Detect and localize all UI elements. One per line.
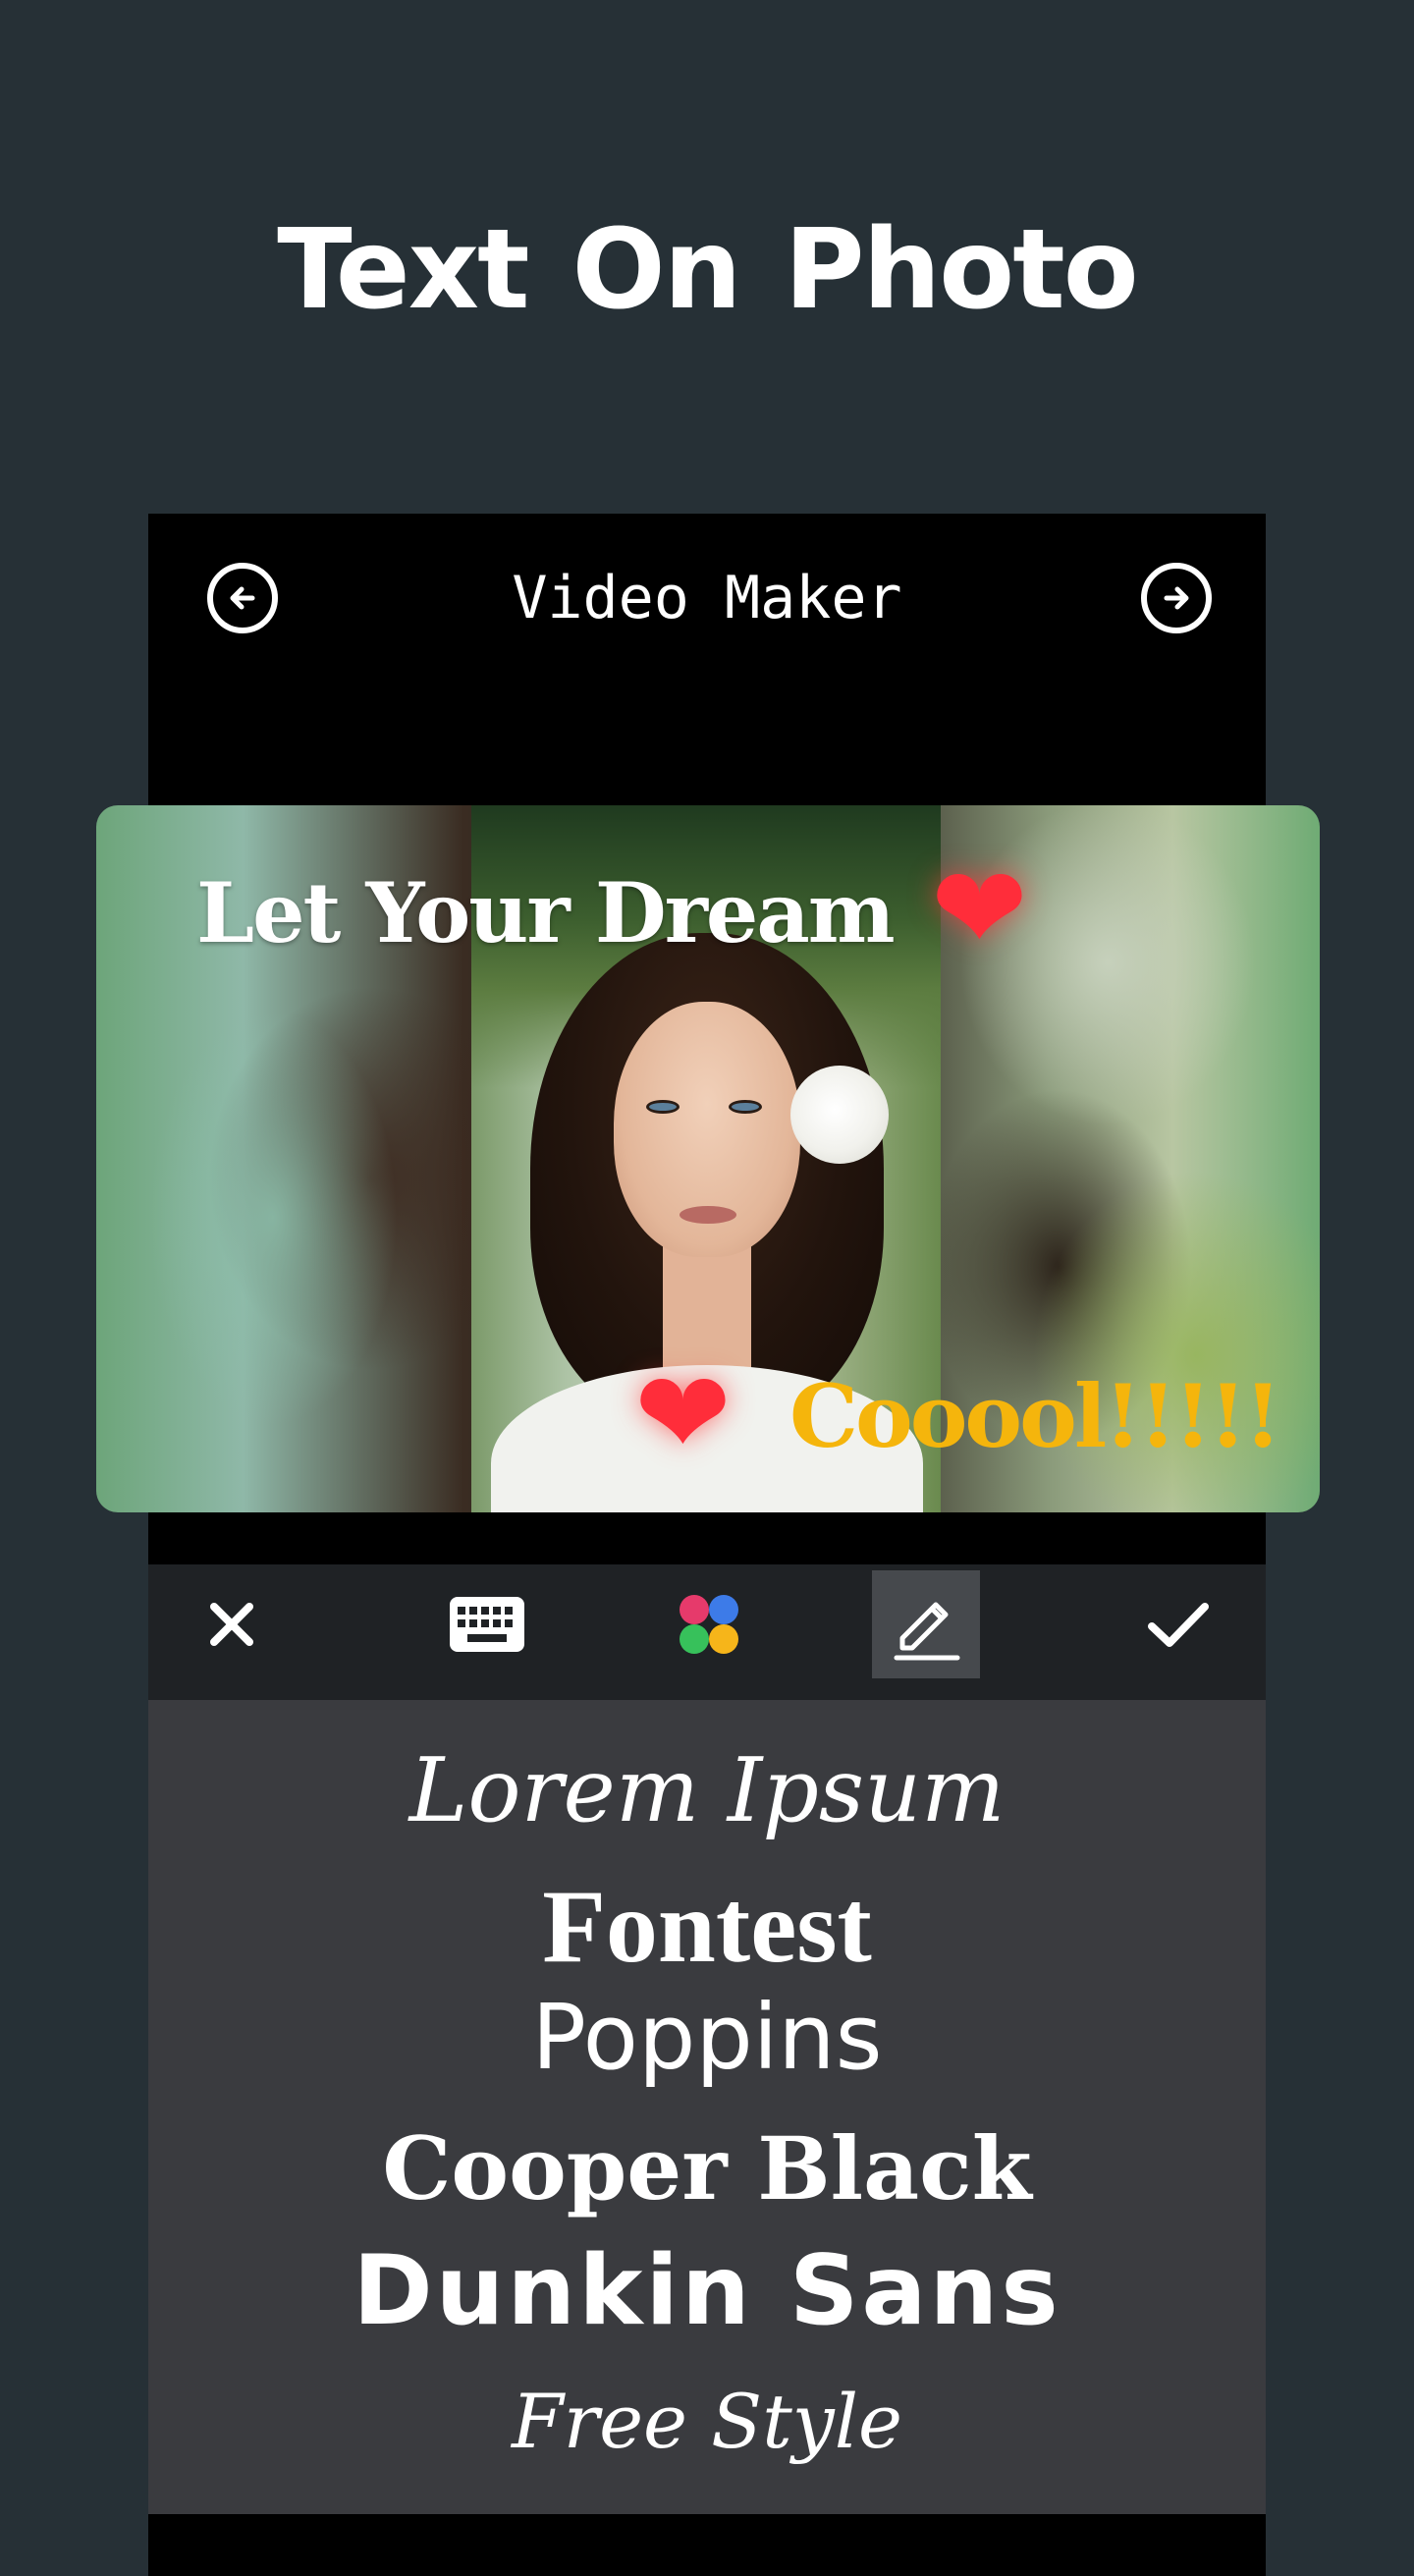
overlay-text-dream[interactable]: Let Your Dream	[196, 864, 896, 961]
heart-sticker[interactable]: ❤	[634, 1355, 732, 1471]
font-option[interactable]: Fontest	[148, 1867, 1266, 1987]
close-icon	[210, 1603, 253, 1646]
font-option[interactable]: Dunkin Sans	[148, 2235, 1266, 2347]
keyboard-button[interactable]	[433, 1570, 541, 1678]
photo-canvas[interactable]: Let Your Dream ❤ ❤ Cooool!!!!!	[96, 805, 1320, 1512]
font-option[interactable]: Free Style	[148, 2378, 1266, 2465]
font-option[interactable]: Lorem Ipsum	[148, 1739, 1266, 1842]
check-icon	[1148, 1603, 1209, 1647]
app-title: Video Maker	[512, 564, 902, 632]
arrow-right-circle-icon	[1164, 586, 1189, 610]
heart-sticker[interactable]: ❤	[931, 850, 1028, 966]
photo-lips	[680, 1206, 736, 1224]
edit-button[interactable]	[872, 1570, 980, 1678]
color-palette-icon	[680, 1595, 738, 1654]
font-option[interactable]: Cooper Black	[148, 2117, 1266, 2220]
editor-toolbar	[148, 1564, 1266, 1700]
app-header: Video Maker	[148, 514, 1266, 681]
photo-eye-right	[729, 1100, 762, 1114]
font-option[interactable]: Poppins	[148, 1985, 1266, 2090]
pencil-edit-icon	[894, 1602, 960, 1661]
keyboard-icon	[450, 1597, 524, 1652]
close-button[interactable]	[178, 1570, 286, 1678]
overlay-text-cool[interactable]: Cooool!!!!!	[789, 1365, 1281, 1467]
confirm-button[interactable]	[1124, 1570, 1232, 1678]
next-button[interactable]	[1141, 563, 1212, 633]
photo-eye-left	[646, 1100, 680, 1114]
photo-flower	[790, 1066, 889, 1164]
promo-title: Text On Photo	[277, 206, 1138, 334]
color-palette-button[interactable]	[655, 1570, 763, 1678]
font-list: Lorem Ipsum Fontest Poppins Cooper Black…	[148, 1700, 1266, 2514]
